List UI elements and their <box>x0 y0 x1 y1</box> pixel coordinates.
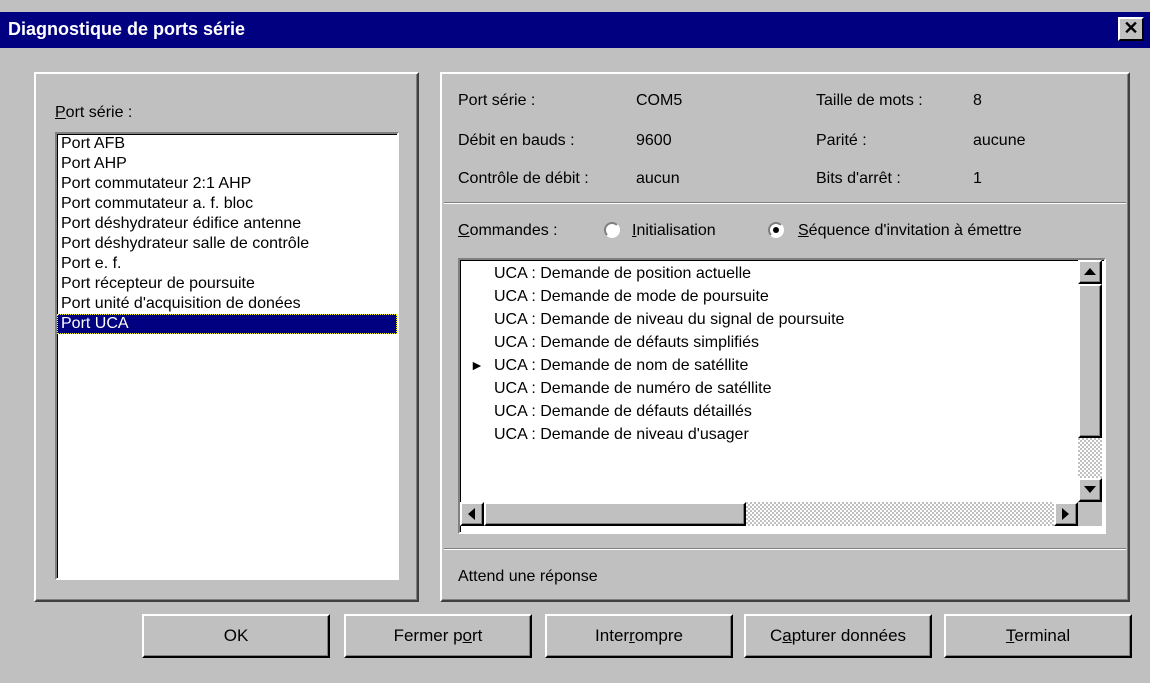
command-list-item-label: UCA : Demande de mode de poursuite <box>494 288 769 305</box>
command-list-item-label: UCA : Demande de position actuelle <box>494 265 752 282</box>
command-list[interactable]: UCA : Demande de position actuelle UCA : … <box>458 258 1106 534</box>
arrow-down-icon <box>1084 486 1096 493</box>
command-list-item[interactable]: ► UCA : Demande de nom de satéllite <box>460 354 1078 377</box>
command-list-item[interactable]: UCA : Demande de niveau du signal de pou… <box>460 308 1078 331</box>
command-list-item-label: UCA : Demande de niveau du signal de pou… <box>494 311 845 328</box>
flow-label: Contrôle de débit : <box>458 170 589 187</box>
baud-value: 9600 <box>636 132 672 149</box>
port-list-panel: Port série : Port AFB Port AHP Port commut… <box>34 72 419 602</box>
port-list-item[interactable]: Port récepteur de poursuite <box>57 274 397 294</box>
arrow-right-icon <box>1062 508 1069 520</box>
baud-label: Débit en bauds : <box>458 132 575 149</box>
radio-initialisation[interactable] <box>604 222 620 238</box>
command-list-item-label: UCA : Demande de nom de satéllite <box>494 357 749 374</box>
command-list-item-label: UCA : Demande de défauts détaillés <box>494 403 752 420</box>
command-list-item[interactable]: UCA : Demande de niveau d'usager <box>460 423 1078 446</box>
word-size-value: 8 <box>973 92 982 109</box>
scroll-corner <box>1078 502 1102 526</box>
separator <box>444 202 1126 204</box>
port-value: COM5 <box>636 92 683 109</box>
port-list-item[interactable]: Port e. f. <box>57 254 397 274</box>
scroll-right-button[interactable] <box>1054 502 1078 526</box>
close-icon[interactable]: ✕ <box>1118 17 1144 41</box>
command-list-item-label: UCA : Demande de numéro de satéllite <box>494 380 772 397</box>
radio-sequence-label[interactable]: Séquence d'invitation à émettre <box>798 222 1022 240</box>
close-port-button[interactable]: Fermer port <box>344 614 532 658</box>
stop-bits-label: Bits d'arrêt : <box>816 170 901 187</box>
details-panel: Port série : COM5 Débit en bauds : 9600 … <box>440 72 1130 602</box>
command-list-item-label: UCA : Demande de niveau d'usager <box>494 426 749 443</box>
stop-bits-value: 1 <box>973 170 982 187</box>
port-listbox[interactable]: Port AFB Port AHP Port commutateur 2:1 AHP… <box>55 132 399 580</box>
parity-value: aucune <box>973 132 1026 149</box>
title-bar: Diagnostique de ports série ✕ <box>0 12 1150 48</box>
terminal-button[interactable]: Terminal <box>944 614 1132 658</box>
port-list-item[interactable]: Port commutateur 2:1 AHP <box>57 174 397 194</box>
scroll-up-button[interactable] <box>1078 260 1102 284</box>
window-title: Diagnostique de ports série <box>8 19 246 39</box>
command-list-item[interactable]: UCA : Demande de mode de poursuite <box>460 285 1078 308</box>
command-list-item[interactable]: UCA : Demande de défauts simplifiés <box>460 331 1078 354</box>
commands-label: Commandes : <box>458 222 558 239</box>
flow-value: aucun <box>636 170 680 187</box>
command-list-content: UCA : Demande de position actuelle UCA : … <box>460 262 1078 502</box>
radio-sequence[interactable] <box>768 222 784 238</box>
status-text: Attend une réponse <box>458 568 598 585</box>
capture-data-button[interactable]: Capturer données <box>744 614 932 658</box>
separator <box>444 548 1126 550</box>
port-list-item[interactable]: Port UCA <box>57 314 397 334</box>
port-list-item[interactable]: Port déshydrateur salle de contrôle <box>57 234 397 254</box>
command-list-item[interactable]: UCA : Demande de numéro de satéllite <box>460 377 1078 400</box>
pointer-arrow-icon: ► <box>470 357 484 373</box>
arrow-up-icon <box>1084 268 1096 275</box>
arrow-left-icon <box>468 508 475 520</box>
command-list-item[interactable]: UCA : Demande de position actuelle <box>460 262 1078 285</box>
command-list-item[interactable]: UCA : Demande de défauts détaillés <box>460 400 1078 423</box>
word-size-label: Taille de mots : <box>816 92 923 109</box>
port-label: Port série : <box>458 92 536 109</box>
port-list-item[interactable]: Port déshydrateur édifice antenne <box>57 214 397 234</box>
scroll-down-button[interactable] <box>1078 478 1102 502</box>
vertical-scroll-thumb[interactable] <box>1078 284 1102 438</box>
port-list-item[interactable]: Port unité d'acquisition de donées <box>57 294 397 314</box>
port-list-item[interactable]: Port AHP <box>57 154 397 174</box>
ok-button[interactable]: OK <box>142 614 330 658</box>
scroll-left-button[interactable] <box>460 502 484 526</box>
interrupt-button[interactable]: Interrompre <box>545 614 733 658</box>
parity-label: Parité : <box>816 132 867 149</box>
port-list-label: Port série : <box>55 104 133 121</box>
radio-initialisation-label[interactable]: Initialisation <box>632 222 716 240</box>
port-list-item[interactable]: Port AFB <box>57 134 397 154</box>
port-list-item[interactable]: Port commutateur a. f. bloc <box>57 194 397 214</box>
horizontal-scroll-thumb[interactable] <box>484 502 746 526</box>
command-list-item-label: UCA : Demande de défauts simplifiés <box>494 334 760 351</box>
